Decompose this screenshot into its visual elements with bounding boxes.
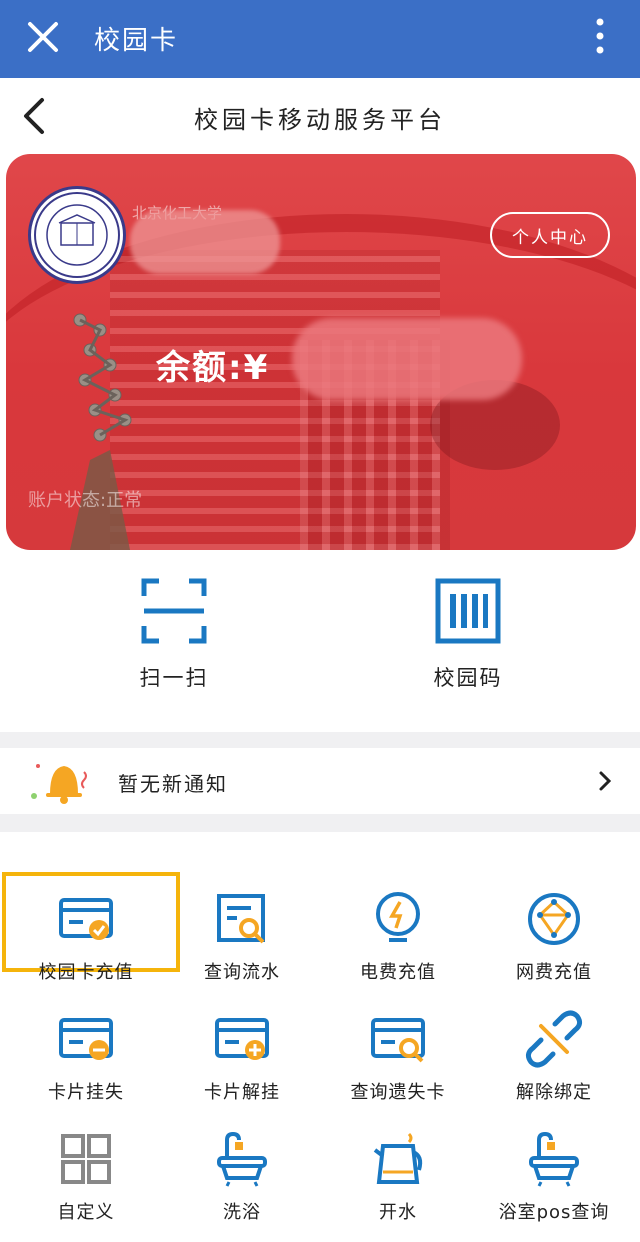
grid-label: 校园卡充值 bbox=[38, 962, 134, 983]
grid-item-query-records[interactable]: 查询流水 bbox=[162, 876, 322, 996]
grid-item-query-lost-card[interactable]: 查询遗失卡 bbox=[318, 996, 478, 1116]
bulb-icon bbox=[376, 892, 420, 942]
grid-label: 解除绑定 bbox=[516, 1082, 592, 1103]
grid-label: 卡片挂失 bbox=[48, 1082, 124, 1103]
bathtub-search-icon bbox=[529, 1131, 579, 1187]
chevron-right-icon bbox=[599, 771, 612, 791]
card-check-icon bbox=[59, 898, 113, 940]
unlink-icon bbox=[525, 1010, 583, 1068]
campus-code-label: 校园码 bbox=[433, 666, 503, 690]
section-divider bbox=[0, 814, 640, 832]
personal-center-button[interactable]: 个人中心 bbox=[490, 212, 610, 258]
scan-label: 扫一扫 bbox=[139, 666, 209, 690]
bell-icon bbox=[31, 764, 87, 804]
kettle-icon bbox=[373, 1132, 423, 1184]
grid-label: 电费充值 bbox=[360, 962, 436, 983]
function-grid: 校园卡充值 查询流水 电费充值 网费充值 卡片挂失 卡片解挂 查询遗失卡 解除绑… bbox=[0, 832, 640, 1242]
bathtub-icon bbox=[217, 1131, 267, 1187]
grid-item-network-recharge[interactable]: 网费充值 bbox=[474, 876, 634, 996]
molecule-sculpture-image bbox=[70, 313, 132, 550]
redacted-name bbox=[130, 210, 280, 274]
notice-text: 暂无新通知 bbox=[118, 772, 228, 796]
card-minus-icon bbox=[59, 1018, 113, 1060]
barcode-icon bbox=[435, 578, 501, 644]
grid-item-customize[interactable]: 自定义 bbox=[6, 1116, 166, 1236]
grid-item-unbind[interactable]: 解除绑定 bbox=[474, 996, 634, 1116]
network-icon bbox=[528, 893, 580, 945]
card-plus-icon bbox=[215, 1018, 269, 1060]
redacted-balance bbox=[292, 318, 522, 400]
grid-label: 查询遗失卡 bbox=[350, 1082, 446, 1103]
notice-bar[interactable]: 暂无新通知 bbox=[0, 748, 640, 814]
grid-label: 开水 bbox=[379, 1202, 417, 1223]
document-search-icon bbox=[217, 894, 265, 944]
grid-item-electricity-recharge[interactable]: 电费充值 bbox=[318, 876, 478, 996]
grid-item-report-loss[interactable]: 卡片挂失 bbox=[6, 996, 166, 1116]
campus-code-button[interactable]: 校园码 bbox=[378, 578, 558, 692]
balance-label: 余额:¥ bbox=[156, 348, 270, 388]
grid-item-hot-water[interactable]: 开水 bbox=[318, 1116, 478, 1236]
scan-button[interactable]: 扫一扫 bbox=[84, 578, 264, 692]
grid-label: 网费充值 bbox=[516, 962, 592, 983]
card-overlay: 北京化工大学 余额:¥ 账户状态:正常 个人中心 bbox=[0, 0, 640, 560]
card-search-icon bbox=[371, 1018, 425, 1063]
grid-item-bath[interactable]: 洗浴 bbox=[162, 1116, 322, 1236]
grid-icon bbox=[61, 1134, 111, 1184]
grid-label: 查询流水 bbox=[204, 962, 280, 983]
grid-item-bath-pos-query[interactable]: 浴室pos查询 bbox=[474, 1116, 634, 1236]
grid-item-unfreeze-card[interactable]: 卡片解挂 bbox=[162, 996, 322, 1116]
section-divider bbox=[0, 732, 640, 748]
grid-label: 浴室pos查询 bbox=[498, 1202, 610, 1223]
quick-actions: 扫一扫 校园码 bbox=[0, 550, 640, 732]
university-logo bbox=[28, 186, 126, 284]
scan-icon bbox=[141, 578, 207, 644]
grid-label: 自定义 bbox=[57, 1202, 115, 1223]
grid-label: 洗浴 bbox=[223, 1202, 261, 1223]
account-status: 账户状态:正常 bbox=[28, 490, 143, 511]
grid-label: 卡片解挂 bbox=[204, 1082, 280, 1103]
grid-item-card-recharge[interactable]: 校园卡充值 bbox=[6, 876, 166, 996]
